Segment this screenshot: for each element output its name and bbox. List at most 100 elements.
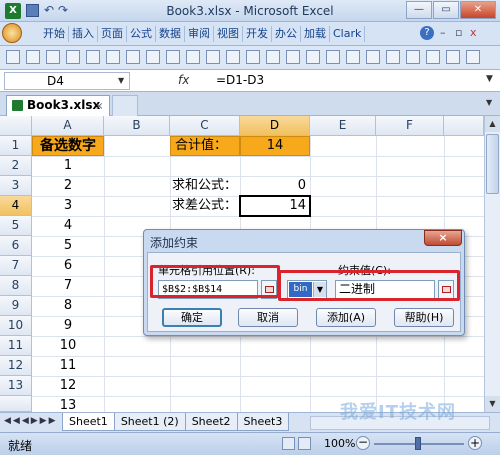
preview-icon[interactable] bbox=[126, 50, 140, 64]
column-header[interactable]: E bbox=[310, 116, 376, 136]
column-header[interactable]: F bbox=[376, 116, 444, 136]
chart-icon[interactable] bbox=[226, 50, 240, 64]
sum-icon[interactable] bbox=[266, 50, 280, 64]
row-header[interactable]: 6 bbox=[0, 236, 32, 256]
row-header[interactable]: 9 bbox=[0, 296, 32, 316]
filter-icon[interactable] bbox=[206, 50, 220, 64]
row-header[interactable]: 8 bbox=[0, 276, 32, 296]
maximize-button[interactable]: ▭ bbox=[433, 1, 459, 19]
ribbon-tab[interactable]: 审阅 bbox=[185, 26, 214, 42]
scroll-down-icon[interactable]: ▼ bbox=[485, 396, 500, 412]
cell-a[interactable]: 11 bbox=[32, 356, 104, 376]
row-header[interactable] bbox=[0, 396, 32, 412]
formula-input[interactable]: =D1-D3 bbox=[216, 73, 264, 87]
ok-button[interactable]: 确定 bbox=[162, 308, 222, 327]
cell-a[interactable]: 5 bbox=[32, 236, 104, 256]
scroll-thumb[interactable] bbox=[486, 134, 499, 194]
ribbon-tab[interactable]: 办公 bbox=[272, 26, 301, 42]
row-header[interactable]: 7 bbox=[0, 256, 32, 276]
tool-icon[interactable] bbox=[406, 50, 420, 64]
select-all-corner[interactable] bbox=[0, 116, 32, 136]
ribbon-tab[interactable]: 公式 bbox=[127, 26, 156, 42]
tool-icon[interactable] bbox=[386, 50, 400, 64]
cell-a[interactable]: 9 bbox=[32, 316, 104, 336]
cell-a[interactable]: 7 bbox=[32, 276, 104, 296]
close-window-button[interactable]: ✕ bbox=[460, 1, 496, 19]
zoom-out-icon[interactable]: − bbox=[356, 436, 370, 450]
row-header[interactable]: 3 bbox=[0, 176, 32, 196]
cell-a1[interactable]: 备选数字 bbox=[32, 136, 104, 156]
cell-a[interactable]: 6 bbox=[32, 256, 104, 276]
ribbon-tab[interactable]: 数据 bbox=[156, 26, 185, 42]
vertical-scrollbar[interactable]: ▲ ▼ bbox=[484, 116, 500, 412]
cell-a[interactable]: 4 bbox=[32, 216, 104, 236]
function-icon[interactable] bbox=[286, 50, 300, 64]
redo-tool-icon[interactable] bbox=[166, 50, 180, 64]
sheet-nav-icons[interactable]: ◀◀◀▶▶▶ bbox=[4, 416, 58, 426]
tool-icon[interactable] bbox=[466, 50, 480, 64]
sort-icon[interactable] bbox=[186, 50, 200, 64]
cell-d3[interactable]: 0 bbox=[240, 176, 310, 196]
column-header[interactable]: A bbox=[32, 116, 104, 136]
row-header[interactable]: 13 bbox=[0, 376, 32, 396]
macro-icon[interactable] bbox=[346, 50, 360, 64]
scroll-up-icon[interactable]: ▲ bbox=[485, 116, 500, 132]
row-header[interactable]: 10 bbox=[0, 316, 32, 336]
help-icon[interactable]: ? bbox=[420, 26, 434, 40]
minimize-button[interactable]: — bbox=[406, 1, 432, 19]
row-header[interactable]: 1 bbox=[0, 136, 32, 156]
form-icon[interactable] bbox=[326, 50, 340, 64]
cell-a[interactable]: 10 bbox=[32, 336, 104, 356]
sheet-tab[interactable]: Sheet1 (2) bbox=[113, 413, 186, 431]
ribbon-tab[interactable]: 开发 bbox=[243, 26, 272, 42]
ribbon-tab[interactable]: 页面 bbox=[98, 26, 127, 42]
row-header[interactable]: 11 bbox=[0, 336, 32, 356]
ribbon-tab[interactable]: 开始 bbox=[40, 26, 69, 42]
office-button[interactable] bbox=[2, 23, 22, 43]
column-header-selected[interactable]: D bbox=[240, 116, 310, 136]
tool-icon[interactable] bbox=[426, 50, 440, 64]
zoom-slider-knob[interactable] bbox=[415, 437, 421, 450]
cell-d4[interactable]: 14 bbox=[240, 196, 310, 216]
cell-c1[interactable]: 合计值： bbox=[170, 136, 240, 156]
ribbon-tab[interactable]: 视图 bbox=[214, 26, 243, 42]
zoom-tool-icon[interactable] bbox=[306, 50, 320, 64]
new-workbook-tab[interactable] bbox=[112, 95, 138, 116]
cell-c4[interactable]: 求差公式： bbox=[172, 196, 240, 216]
help-button[interactable]: 帮助(H) bbox=[394, 308, 454, 327]
ribbon-restore-icon[interactable]: ▫ bbox=[455, 26, 462, 39]
close-tab-icon[interactable]: × bbox=[95, 97, 103, 116]
normal-view-icon[interactable] bbox=[282, 437, 295, 450]
page-layout-icon[interactable] bbox=[298, 437, 311, 450]
ribbon-tab[interactable]: 加载 bbox=[301, 26, 330, 42]
undo-tool-icon[interactable] bbox=[146, 50, 160, 64]
row-header[interactable]: 2 bbox=[0, 156, 32, 176]
format-painter-icon[interactable] bbox=[86, 50, 100, 64]
cell-a[interactable]: 8 bbox=[32, 296, 104, 316]
sheet-tab[interactable]: Sheet3 bbox=[236, 413, 290, 431]
column-header[interactable]: B bbox=[104, 116, 170, 136]
sheet-tab[interactable]: Sheet2 bbox=[184, 413, 238, 431]
ribbon-minimize-icon[interactable]: – bbox=[440, 26, 446, 39]
chevron-down-icon[interactable]: ▼ bbox=[486, 98, 492, 107]
name-box[interactable]: D4 bbox=[4, 72, 130, 90]
new-icon[interactable] bbox=[6, 50, 20, 64]
dialog-close-button[interactable]: × bbox=[424, 230, 462, 246]
chevron-down-icon[interactable]: ▼ bbox=[118, 76, 124, 85]
column-header[interactable] bbox=[444, 116, 484, 136]
cell-a[interactable]: 12 bbox=[32, 376, 104, 396]
cell-a[interactable]: 3 bbox=[32, 196, 104, 216]
sheet-tab-active[interactable]: Sheet1 bbox=[62, 413, 115, 431]
expand-formula-icon[interactable]: ▼ bbox=[486, 74, 493, 84]
tool-icon[interactable] bbox=[446, 50, 460, 64]
cell-a[interactable]: 2 bbox=[32, 176, 104, 196]
paste-icon[interactable] bbox=[66, 50, 80, 64]
table-icon[interactable] bbox=[246, 50, 260, 64]
cancel-button[interactable]: 取消 bbox=[238, 308, 298, 327]
cell-d1[interactable]: 14 bbox=[240, 136, 310, 156]
workbook-tab[interactable]: Book3.xlsx × bbox=[6, 95, 110, 116]
insert-function-icon[interactable]: fx bbox=[178, 73, 189, 87]
zoom-level[interactable]: 100% bbox=[324, 437, 355, 450]
ribbon-close-icon[interactable]: x bbox=[470, 26, 477, 39]
zoom-in-icon[interactable]: + bbox=[468, 436, 482, 450]
